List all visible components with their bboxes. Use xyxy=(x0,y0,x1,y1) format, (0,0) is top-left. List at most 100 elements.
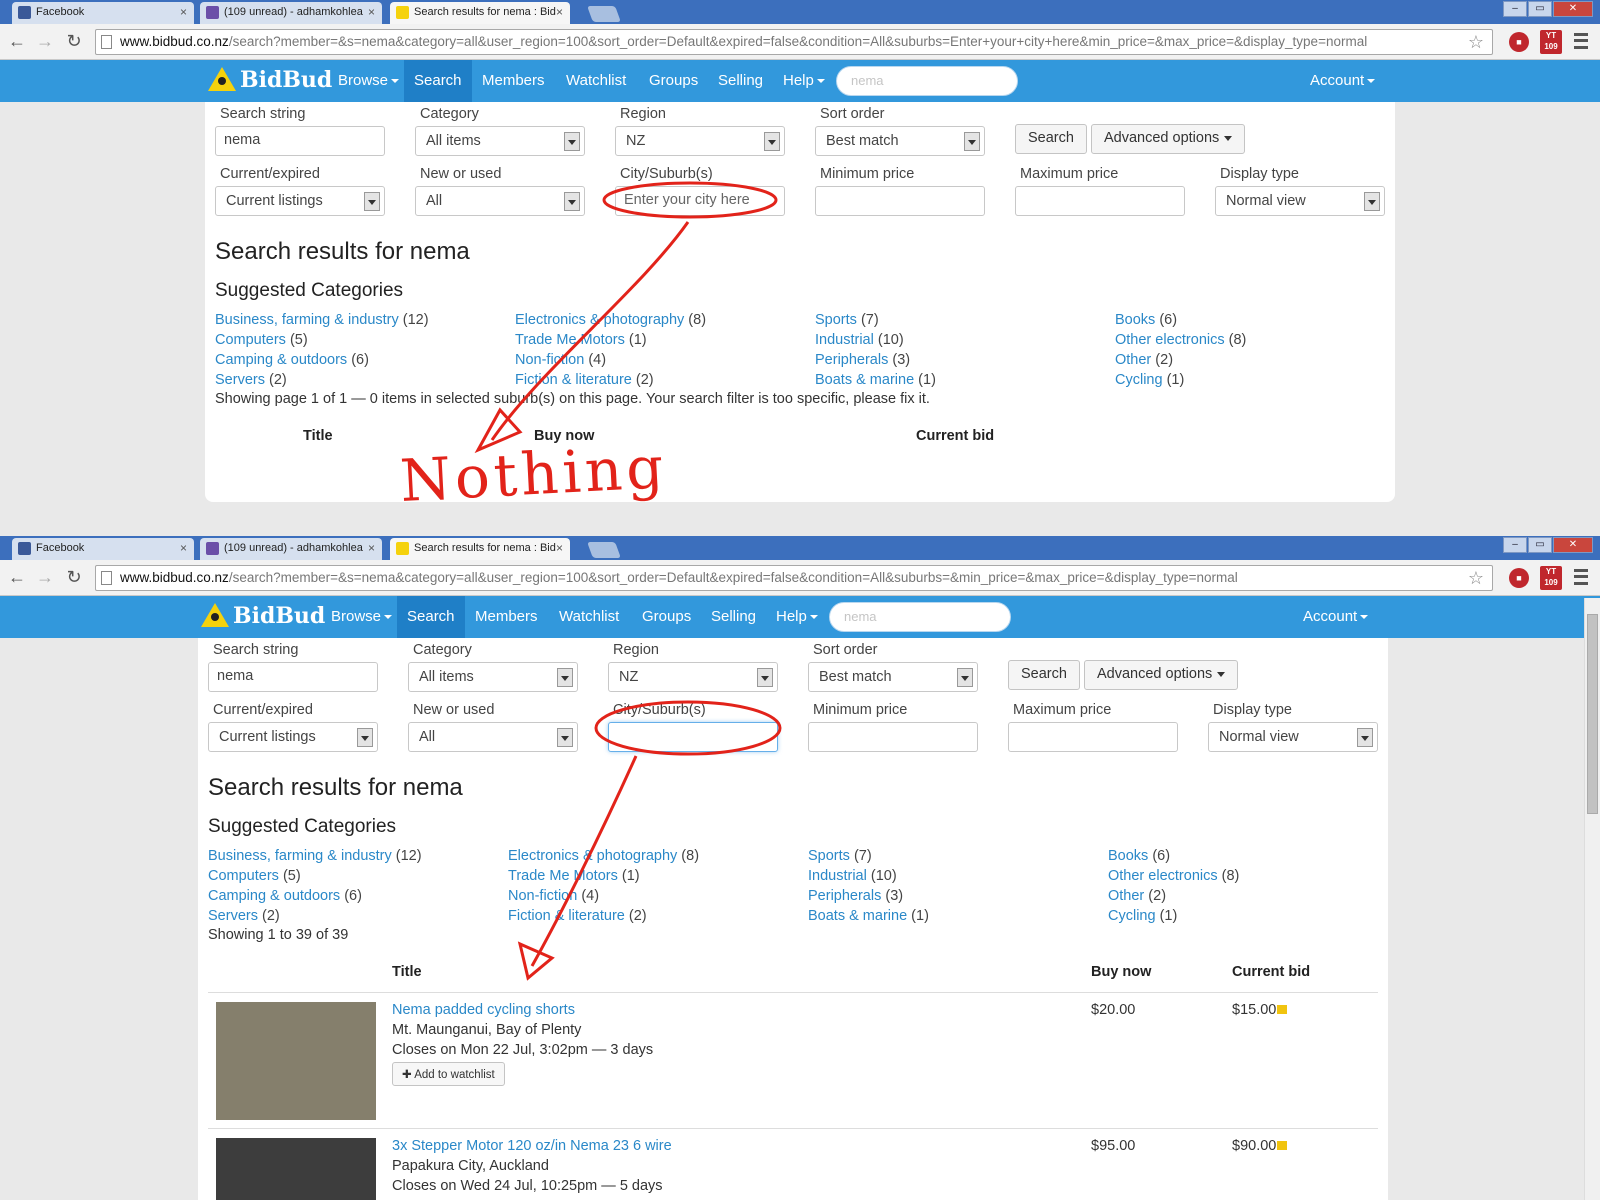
display-type-select[interactable]: Normal view xyxy=(1215,186,1385,216)
new-tab-button[interactable] xyxy=(587,542,621,558)
category-link[interactable]: Business, farming & industry xyxy=(215,312,399,328)
nav-watchlist[interactable]: Watchlist xyxy=(556,60,636,102)
category-link[interactable]: Cycling xyxy=(1108,908,1156,924)
category-link[interactable]: Camping & outdoors xyxy=(208,888,340,904)
category-link[interactable]: Sports xyxy=(815,312,857,328)
region-select[interactable]: NZ xyxy=(608,662,778,692)
sort-order-select[interactable]: Best match xyxy=(815,126,985,156)
category-link[interactable]: Other electronics xyxy=(1108,868,1218,884)
bidbud-logo[interactable]: BidBud xyxy=(208,64,332,96)
category-link[interactable]: Sports xyxy=(808,848,850,864)
min-price-input[interactable] xyxy=(815,186,985,216)
minimize-button[interactable]: – xyxy=(1503,537,1527,553)
listing-title-link[interactable]: 3x Stepper Motor 120 oz/in Nema 23 6 wir… xyxy=(392,1138,672,1154)
bookmark-star-icon[interactable]: ☆ xyxy=(1468,566,1484,590)
tab-bidbud[interactable]: Search results for nema : Bid × xyxy=(390,2,570,24)
nav-groups[interactable]: Groups xyxy=(632,596,701,638)
category-link[interactable]: Peripherals xyxy=(808,888,881,904)
column-currentbid-header[interactable]: Current bid xyxy=(916,428,994,444)
city-suburb-input[interactable] xyxy=(608,722,778,752)
browser-menu-icon[interactable] xyxy=(1574,569,1588,585)
advanced-options-button[interactable]: Advanced options xyxy=(1091,124,1246,154)
category-link[interactable]: Boats & marine xyxy=(815,372,914,388)
nav-help[interactable]: Help xyxy=(773,60,835,102)
close-tab-icon[interactable]: × xyxy=(368,5,375,19)
max-price-input[interactable] xyxy=(1015,186,1185,216)
nav-selling[interactable]: Selling xyxy=(701,596,766,638)
nav-browse[interactable]: Browse xyxy=(321,596,402,638)
advanced-options-button[interactable]: Advanced options xyxy=(1084,660,1239,690)
forward-icon[interactable]: → xyxy=(34,567,56,588)
tab-mail[interactable]: (109 unread) - adhamkohlea × xyxy=(200,2,382,24)
nav-search[interactable]: Search xyxy=(397,596,465,638)
current-expired-select[interactable]: Current listings xyxy=(215,186,385,216)
category-link[interactable]: Fiction & literature xyxy=(508,908,625,924)
category-link[interactable]: Boats & marine xyxy=(808,908,907,924)
maximize-button[interactable]: ▭ xyxy=(1528,1,1552,17)
category-select[interactable]: All items xyxy=(415,126,585,156)
youtube-extension-icon[interactable]: YT 109 xyxy=(1540,566,1562,590)
city-suburb-input[interactable]: Enter your city here xyxy=(615,186,785,216)
tab-facebook[interactable]: Facebook × xyxy=(12,2,194,24)
new-used-select[interactable]: All xyxy=(415,186,585,216)
category-link[interactable]: Non-fiction xyxy=(508,888,577,904)
new-tab-button[interactable] xyxy=(587,6,621,22)
region-select[interactable]: NZ xyxy=(615,126,785,156)
max-price-input[interactable] xyxy=(1008,722,1178,752)
category-link[interactable]: Camping & outdoors xyxy=(215,352,347,368)
column-title-header[interactable]: Title xyxy=(303,428,333,444)
category-link[interactable]: Other electronics xyxy=(1115,332,1225,348)
tab-bidbud[interactable]: Search results for nema : Bid × xyxy=(390,538,570,560)
category-link[interactable]: Other xyxy=(1108,888,1144,904)
back-icon[interactable]: ← xyxy=(6,567,28,588)
back-icon[interactable]: ← xyxy=(6,31,28,52)
account-menu[interactable]: Account xyxy=(1310,60,1376,102)
category-link[interactable]: Cycling xyxy=(1115,372,1163,388)
nav-groups[interactable]: Groups xyxy=(639,60,708,102)
close-tab-icon[interactable]: × xyxy=(180,541,187,555)
listing-thumbnail[interactable] xyxy=(216,1138,376,1200)
listing-thumbnail[interactable] xyxy=(216,1002,376,1120)
search-string-input[interactable]: nema xyxy=(208,662,378,692)
sort-order-select[interactable]: Best match xyxy=(808,662,978,692)
window-close-button[interactable]: ✕ xyxy=(1553,537,1593,553)
category-link[interactable]: Peripherals xyxy=(815,352,888,368)
reload-icon[interactable]: ↻ xyxy=(63,567,85,588)
adblock-extension-icon[interactable]: ■ xyxy=(1509,32,1529,52)
category-link[interactable]: Books xyxy=(1115,312,1155,328)
category-link[interactable]: Electronics & photography xyxy=(508,848,677,864)
new-used-select[interactable]: All xyxy=(408,722,578,752)
close-tab-icon[interactable]: × xyxy=(368,541,375,555)
category-link[interactable]: Servers xyxy=(208,908,258,924)
add-to-watchlist-button[interactable]: ✚ Add to watchlist xyxy=(392,1062,505,1086)
close-tab-icon[interactable]: × xyxy=(180,5,187,19)
nav-browse[interactable]: Browse xyxy=(328,60,409,102)
category-link[interactable]: Servers xyxy=(215,372,265,388)
account-menu[interactable]: Account xyxy=(1303,596,1369,638)
category-select[interactable]: All items xyxy=(408,662,578,692)
nav-watchlist[interactable]: Watchlist xyxy=(549,596,629,638)
category-link[interactable]: Books xyxy=(1108,848,1148,864)
adblock-extension-icon[interactable]: ■ xyxy=(1509,568,1529,588)
tab-facebook[interactable]: Facebook × xyxy=(12,538,194,560)
listing-title-link[interactable]: Nema padded cycling shorts xyxy=(392,1002,575,1018)
nav-members[interactable]: Members xyxy=(465,596,548,638)
close-tab-icon[interactable]: × xyxy=(556,5,563,19)
close-tab-icon[interactable]: × xyxy=(556,541,563,555)
bookmark-star-icon[interactable]: ☆ xyxy=(1468,30,1484,54)
category-link[interactable]: Industrial xyxy=(808,868,867,884)
display-type-select[interactable]: Normal view xyxy=(1208,722,1378,752)
address-bar[interactable]: www.bidbud.co.nz/search?member=&s=nema&c… xyxy=(95,29,1493,55)
category-link[interactable]: Computers xyxy=(208,868,279,884)
column-title-header[interactable]: Title xyxy=(392,964,422,980)
search-button[interactable]: Search xyxy=(1008,660,1080,690)
page-scrollbar[interactable] xyxy=(1584,598,1600,1200)
category-link[interactable]: Other xyxy=(1115,352,1151,368)
category-link[interactable]: Fiction & literature xyxy=(515,372,632,388)
nav-search-input[interactable]: nema xyxy=(829,602,1011,632)
youtube-extension-icon[interactable]: YT 109 xyxy=(1540,30,1562,54)
search-string-input[interactable]: nema xyxy=(215,126,385,156)
maximize-button[interactable]: ▭ xyxy=(1528,537,1552,553)
category-link[interactable]: Non-fiction xyxy=(515,352,584,368)
category-link[interactable]: Trade Me Motors xyxy=(515,332,625,348)
